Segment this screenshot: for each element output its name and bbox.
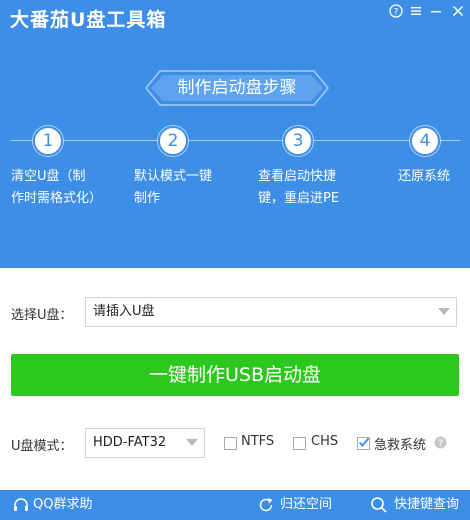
menu-icon <box>411 7 421 15</box>
steps-banner: 制作启动盘步骤 <box>144 70 330 106</box>
step-1-line1: 清空U盘（制 <box>11 169 86 184</box>
ntfs-label: NTFS <box>241 434 275 449</box>
menu-button[interactable] <box>408 3 424 19</box>
step-3-circle: 3 <box>283 126 313 156</box>
step-1-line2: 作时需格式化） <box>11 191 103 206</box>
mode-select-value: HDD-FAT32 <box>93 435 167 450</box>
step-2-line1: 默认模式一键 <box>134 169 213 184</box>
close-icon <box>452 5 464 17</box>
step-2-circle: 2 <box>158 126 188 156</box>
step-4-circle: 4 <box>410 126 440 156</box>
close-button[interactable] <box>450 3 466 19</box>
step-4-label: 还原系统 <box>398 166 470 188</box>
usb-select[interactable]: 请插入U盘 <box>85 297 457 327</box>
step-2-label: 默认模式一键 制作 <box>134 166 244 210</box>
mode-select[interactable]: HDD-FAT32 <box>85 428 205 458</box>
chs-checkbox[interactable] <box>293 437 306 450</box>
usb-select-value: 请插入U盘 <box>93 304 155 319</box>
rescue-checkbox[interactable] <box>357 437 370 450</box>
step-4-line1: 还原系统 <box>398 169 451 184</box>
step-2-line2: 制作 <box>134 191 161 206</box>
rescue-label: 急救系统 <box>374 438 427 453</box>
qq-help-text: QQ群求助 <box>33 497 93 512</box>
restore-space-text: 归还空间 <box>280 497 333 512</box>
ntfs-checkbox[interactable] <box>224 437 237 450</box>
steps-connector-line <box>10 140 460 141</box>
step-3-label: 查看启动快捷 键，重启进PE <box>258 166 368 210</box>
minimize-icon <box>431 11 441 13</box>
mode-label: U盘模式： <box>11 439 73 454</box>
search-icon <box>371 497 387 513</box>
step-3-line2: 键，重启进PE <box>258 191 340 206</box>
qq-help-link[interactable]: QQ群求助 <box>12 490 102 520</box>
footer-bar: QQ群求助 归还空间 快捷键查询 <box>0 490 470 520</box>
svg-text:?: ? <box>438 439 443 449</box>
chevron-down-icon <box>186 439 198 446</box>
svg-text:?: ? <box>394 8 399 18</box>
step-1-circle: 1 <box>33 126 63 156</box>
step-3-line1: 查看启动快捷 <box>258 169 337 184</box>
help-icon: ? <box>389 4 403 18</box>
shortcut-query-link[interactable]: 快捷键查询 <box>370 490 465 520</box>
app-title: 大番茄U盘工具箱 <box>10 9 167 31</box>
info-icon[interactable]: ? <box>434 436 447 449</box>
chs-label: CHS <box>311 434 339 449</box>
make-usb-button[interactable]: 一键制作USB启动盘 <box>11 354 459 396</box>
chevron-down-icon <box>438 308 450 315</box>
shortcut-query-text: 快捷键查询 <box>394 497 460 512</box>
minimize-button[interactable] <box>428 3 444 19</box>
steps-banner-text: 制作启动盘步骤 <box>177 78 297 98</box>
help-button[interactable]: ? <box>388 3 404 19</box>
usb-select-label: 选择U盘： <box>11 308 73 323</box>
restore-space-link[interactable]: 归还空间 <box>258 490 338 520</box>
headset-icon <box>14 498 28 511</box>
check-icon <box>358 437 370 447</box>
step-1-label: 清空U盘（制 作时需格式化） <box>11 166 121 210</box>
header-panel: 大番茄U盘工具箱 ? 制作启动盘步骤 1 2 3 4 清空U盘（制 作时需格式化… <box>0 0 470 268</box>
refresh-icon <box>259 498 273 512</box>
